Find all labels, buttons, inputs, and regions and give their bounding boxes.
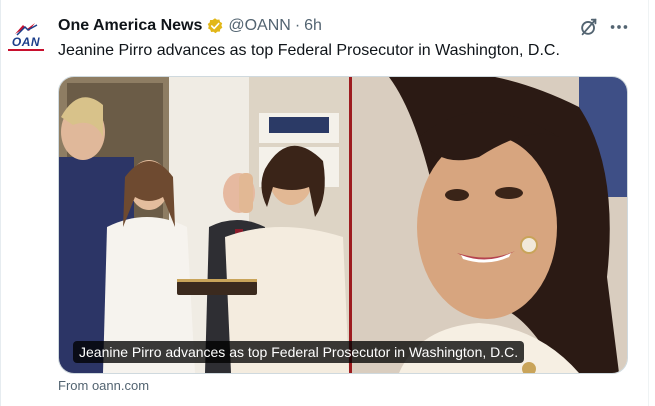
- divider: [648, 0, 649, 406]
- media-caption: Jeanine Pirro advances as top Federal Pr…: [73, 341, 525, 363]
- divider: [0, 0, 1, 406]
- media-image[interactable]: Jeanine Pirro advances as top Federal Pr…: [58, 76, 628, 374]
- tweet-text: Jeanine Pirro advances as top Federal Pr…: [58, 42, 560, 59]
- media-photo-illustration: [59, 77, 627, 373]
- timestamp[interactable]: 6h: [304, 17, 322, 35]
- user-handle[interactable]: @OANN: [228, 17, 290, 35]
- verified-badge-icon[interactable]: [206, 17, 224, 35]
- tweet-card[interactable]: OAN One America News @OANN · 6h Jeanine …: [0, 0, 655, 406]
- tweet-header: One America News @OANN · 6h: [58, 15, 322, 37]
- avatar[interactable]: OAN: [4, 14, 48, 58]
- avatar-logo-underline: [8, 48, 44, 51]
- separator-dot: ·: [294, 17, 301, 34]
- oan-logo-mark: [15, 22, 38, 36]
- more-options-icon[interactable]: [608, 16, 630, 38]
- display-name[interactable]: One America News: [58, 17, 202, 35]
- source-link[interactable]: From oann.com: [58, 378, 149, 393]
- grok-icon[interactable]: [578, 16, 600, 38]
- avatar-logo-text: OAN: [11, 34, 41, 49]
